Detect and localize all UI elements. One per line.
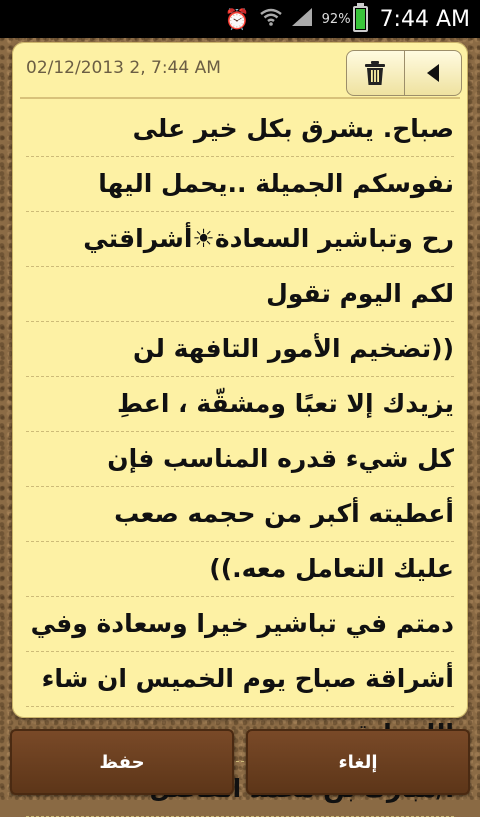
note-header: 02/12/2013 2, 7:44 AM: [12, 42, 468, 98]
status-bar: ⏰ 92% 7:44 AM: [0, 0, 480, 38]
header-divider: [20, 97, 460, 99]
alarm-icon: ⏰: [224, 7, 250, 31]
cancel-button[interactable]: إلغاء: [246, 729, 470, 795]
note-text-area[interactable]: صباح. يشرق بكل خير على نفوسكم الجميلة ..…: [26, 102, 454, 817]
note-line: كل شيء قدره المناسب فإن: [26, 432, 454, 487]
note-line: نفوسكم الجميلة ..يحمل اليها: [26, 157, 454, 212]
note-line: عليك التعامل معه.)): [26, 542, 454, 597]
signal-icon: [291, 7, 312, 31]
note-line: أشراقة صباح يوم الخميس ان شاء: [26, 652, 454, 707]
note-line: أعطيته أكبر من حجمه صعب: [26, 487, 454, 542]
note-line: لكم اليوم تقول: [26, 267, 454, 322]
note-line: ((تضخيم الأمور التافهة لن: [26, 322, 454, 377]
note-line: رح وتباشير السعادة☀أشراقتي: [26, 212, 454, 267]
delete-button[interactable]: [347, 51, 404, 95]
note-line: صباح. يشرق بكل خير على: [26, 102, 454, 157]
note-line: دمتم في تباشير خيرا وسعادة وفي: [26, 597, 454, 652]
wifi-icon: [259, 7, 282, 31]
battery-percent: 92%: [321, 11, 351, 27]
battery-icon: [352, 3, 368, 32]
trash-icon: [364, 60, 386, 86]
back-arrow-icon: [425, 63, 441, 83]
note-datetime: 02/12/2013 2, 7:44 AM: [26, 58, 221, 78]
save-button[interactable]: حفظ: [10, 729, 234, 795]
note-toolbar: [346, 50, 462, 96]
status-time: 7:44 AM: [379, 6, 470, 32]
back-button[interactable]: [403, 51, 462, 95]
note-paper: 02/12/2013 2, 7:44 AM صباح. يشرق بكل خير…: [12, 42, 468, 817]
note-line: يزيدك إلا تعبًا ومشقّة ، اعطِ: [26, 377, 454, 432]
